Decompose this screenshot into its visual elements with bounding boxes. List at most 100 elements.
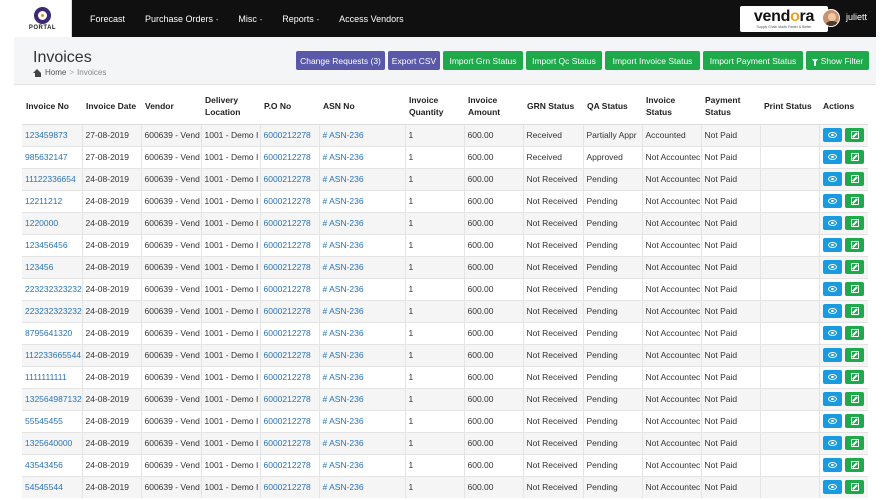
column-header-qa-status[interactable]: QA Status xyxy=(583,89,642,125)
view-button[interactable] xyxy=(823,282,843,296)
edit-button[interactable] xyxy=(845,172,865,186)
view-button[interactable] xyxy=(823,326,843,340)
cell-po[interactable]: 6000212278 xyxy=(259,167,319,190)
cell-asn[interactable]: # ASN-236 xyxy=(318,365,405,388)
cell-invoice-no[interactable]: 123459873 xyxy=(22,123,82,146)
edit-button[interactable] xyxy=(845,194,865,208)
column-header-asn-no[interactable]: ASN No xyxy=(319,89,405,125)
cell-asn[interactable]: # ASN-236 xyxy=(318,145,405,168)
cell-po[interactable]: 6000212278 xyxy=(259,123,319,146)
user-name[interactable]: juliett xyxy=(846,12,867,22)
change-requests-button[interactable]: Change Requests (3) xyxy=(296,51,385,70)
cell-asn[interactable]: # ASN-236 xyxy=(318,211,405,234)
edit-button[interactable] xyxy=(845,238,865,252)
cell-po[interactable]: 6000212278 xyxy=(259,233,319,256)
cell-asn[interactable]: # ASN-236 xyxy=(318,255,405,278)
cell-po[interactable]: 6000212278 xyxy=(259,453,319,476)
nav-item-forecast[interactable]: Forecast xyxy=(80,14,135,24)
edit-button[interactable] xyxy=(845,150,865,164)
edit-button[interactable] xyxy=(845,414,865,428)
edit-button[interactable] xyxy=(845,480,865,495)
edit-button[interactable] xyxy=(845,370,865,384)
cell-invoice-no[interactable]: 12211212 xyxy=(22,189,82,212)
cell-asn[interactable]: # ASN-236 xyxy=(318,475,405,498)
cell-po[interactable]: 6000212278 xyxy=(259,387,319,410)
view-button[interactable] xyxy=(823,304,843,318)
cell-asn[interactable]: # ASN-236 xyxy=(318,343,405,366)
view-button[interactable] xyxy=(823,480,843,495)
view-button[interactable] xyxy=(823,348,843,362)
column-header-p-o-no[interactable]: P.O No xyxy=(260,89,319,125)
cell-invoice-no[interactable]: 985632147 xyxy=(22,145,82,168)
import-invoice-status-button[interactable]: Import Invoice Status xyxy=(605,51,700,70)
cell-asn[interactable]: # ASN-236 xyxy=(318,189,405,212)
column-header-invoice-amount[interactable]: Invoice Amount xyxy=(464,89,523,125)
edit-button[interactable] xyxy=(845,128,865,142)
show-filter-button[interactable]: Show Filter xyxy=(806,51,869,70)
view-button[interactable] xyxy=(823,370,843,384)
cell-asn[interactable]: # ASN-236 xyxy=(318,409,405,432)
import-grn-status-button[interactable]: Import Grn Status xyxy=(443,51,523,70)
edit-button[interactable] xyxy=(845,436,865,450)
cell-invoice-no[interactable]: 11122336654 xyxy=(22,167,82,190)
cell-asn[interactable]: # ASN-236 xyxy=(318,321,405,344)
column-header-invoice-no[interactable]: Invoice No xyxy=(22,89,82,125)
view-button[interactable] xyxy=(823,392,843,406)
import-payment-status-button[interactable]: Import Payment Status xyxy=(703,51,803,70)
column-header-invoice-date[interactable]: Invoice Date xyxy=(82,89,141,125)
cell-asn[interactable]: # ASN-236 xyxy=(318,387,405,410)
column-header-invoice-quantity[interactable]: Invoice Quantity xyxy=(405,89,464,125)
portal-logo[interactable]: PORTAL xyxy=(14,0,72,37)
cell-po[interactable]: 6000212278 xyxy=(259,211,319,234)
edit-button[interactable] xyxy=(845,260,865,274)
column-header-grn-status[interactable]: GRN Status xyxy=(523,89,583,125)
nav-item-misc[interactable]: Misc - xyxy=(228,14,272,24)
view-button[interactable] xyxy=(823,128,843,142)
cell-po[interactable]: 6000212278 xyxy=(259,189,319,212)
cell-po[interactable]: 6000212278 xyxy=(259,365,319,388)
edit-button[interactable] xyxy=(845,458,865,472)
edit-button[interactable] xyxy=(845,282,865,296)
cell-invoice-no[interactable]: 112233665544 xyxy=(22,343,82,366)
view-button[interactable] xyxy=(823,150,843,164)
cell-po[interactable]: 6000212278 xyxy=(259,409,319,432)
export-csv-button[interactable]: Export CSV xyxy=(388,51,440,70)
cell-po[interactable]: 6000212278 xyxy=(259,255,319,278)
view-button[interactable] xyxy=(823,238,843,252)
cell-po[interactable]: 6000212278 xyxy=(259,145,319,168)
edit-button[interactable] xyxy=(845,392,865,406)
cell-po[interactable]: 6000212278 xyxy=(259,343,319,366)
view-button[interactable] xyxy=(823,458,843,472)
view-button[interactable] xyxy=(823,260,843,274)
cell-asn[interactable]: # ASN-236 xyxy=(318,299,405,322)
cell-asn[interactable]: # ASN-236 xyxy=(318,167,405,190)
column-header-invoice-status[interactable]: Invoice Status xyxy=(642,89,701,125)
cell-invoice-no[interactable]: 43543456 xyxy=(22,453,82,476)
cell-po[interactable]: 6000212278 xyxy=(259,431,319,454)
breadcrumb-home[interactable]: Home xyxy=(45,68,66,77)
cell-invoice-no[interactable]: 54545544 xyxy=(22,475,82,498)
view-button[interactable] xyxy=(823,216,843,230)
cell-invoice-no[interactable]: 123456 xyxy=(22,255,82,278)
edit-button[interactable] xyxy=(845,304,865,318)
view-button[interactable] xyxy=(823,436,843,450)
cell-invoice-no[interactable]: 8795641320 xyxy=(22,321,82,344)
cell-invoice-no[interactable]: 55545455 xyxy=(22,409,82,432)
column-header-delivery-location[interactable]: Delivery Location xyxy=(201,89,260,125)
cell-invoice-no[interactable]: 1325640000 xyxy=(22,431,82,454)
nav-item-purchase-orders[interactable]: Purchase Orders - xyxy=(135,14,228,24)
view-button[interactable] xyxy=(823,172,843,186)
cell-asn[interactable]: # ASN-236 xyxy=(318,123,405,146)
column-header-payment-status[interactable]: Payment Status xyxy=(701,89,760,125)
cell-po[interactable]: 6000212278 xyxy=(259,277,319,300)
cell-invoice-no[interactable]: 1111111111 xyxy=(22,365,82,388)
cell-asn[interactable]: # ASN-236 xyxy=(318,277,405,300)
column-header-print-status[interactable]: Print Status xyxy=(760,89,819,125)
view-button[interactable] xyxy=(823,414,843,428)
cell-po[interactable]: 6000212278 xyxy=(259,475,319,498)
cell-po[interactable]: 6000212278 xyxy=(259,321,319,344)
cell-invoice-no[interactable]: 1220000 xyxy=(22,211,82,234)
edit-button[interactable] xyxy=(845,326,865,340)
cell-asn[interactable]: # ASN-236 xyxy=(318,431,405,454)
column-header-vendor[interactable]: Vendor xyxy=(141,89,201,125)
